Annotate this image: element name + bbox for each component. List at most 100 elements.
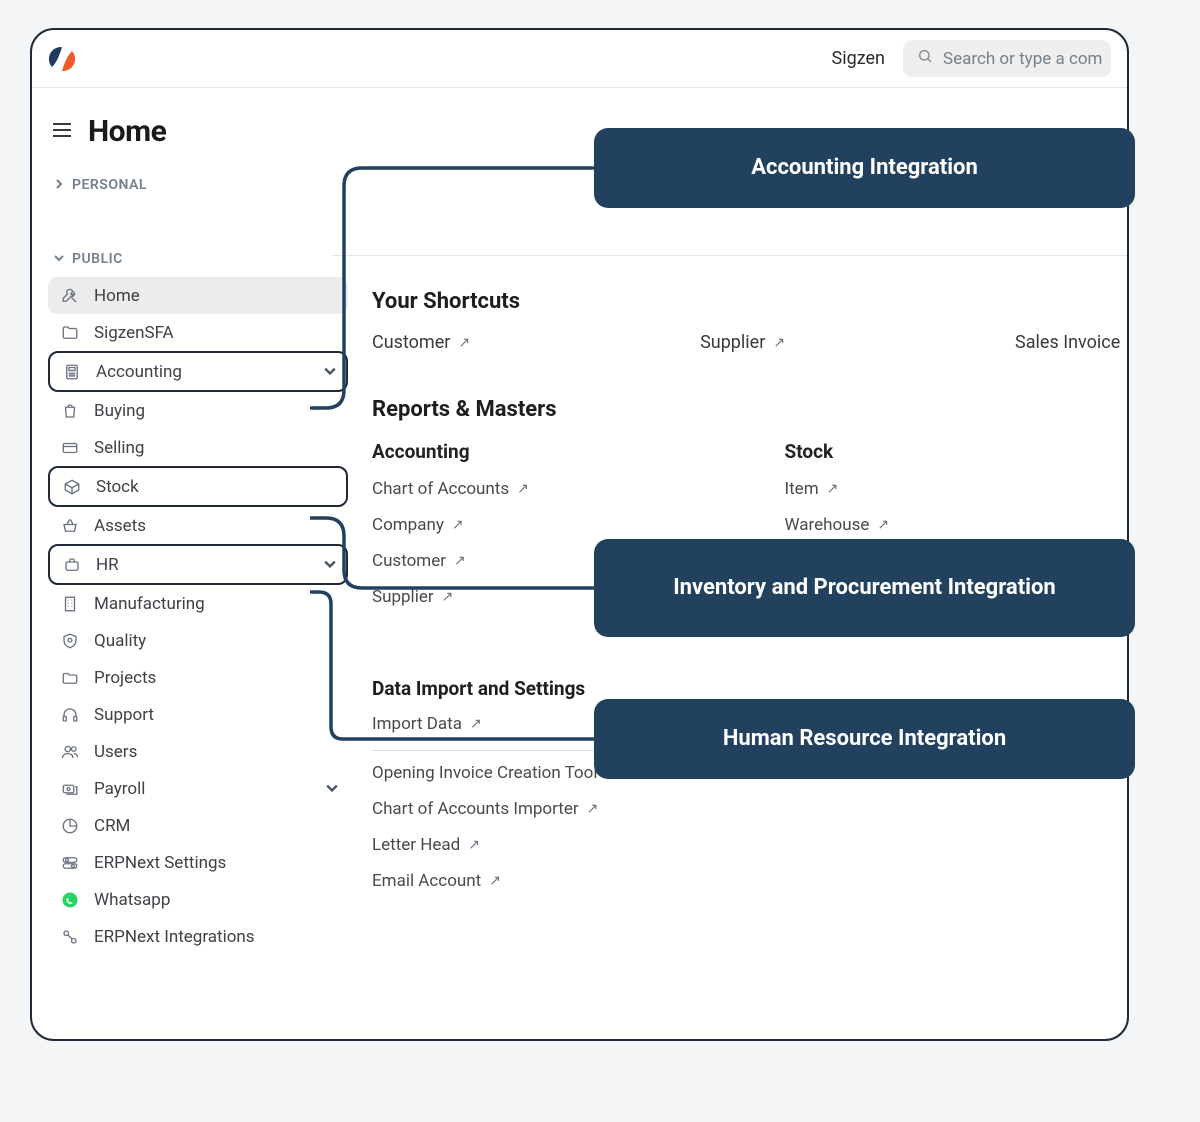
building-icon — [58, 595, 82, 613]
sidebar-group-public[interactable]: PUBLIC — [54, 251, 348, 267]
sidebar-item-assets[interactable]: Assets — [48, 507, 348, 544]
callout-accounting-integration: Accounting Integration — [594, 128, 1135, 208]
money-icon — [58, 780, 82, 798]
report-link-label: Warehouse — [785, 515, 870, 535]
sidebar-item-label: Support — [94, 705, 154, 725]
tenant-name[interactable]: Sigzen — [832, 48, 885, 69]
external-link-icon: ↗ — [470, 716, 482, 732]
toggles-icon — [58, 854, 82, 872]
sidebar-item-label: Payroll — [94, 779, 145, 799]
sidebar-item-label: Buying — [94, 401, 145, 421]
sidebar-group-label: PUBLIC — [72, 251, 123, 267]
global-search-input[interactable]: Search or type a com — [903, 40, 1111, 77]
reports-title: Reports & Masters — [372, 397, 1097, 422]
chevron-right-icon — [54, 177, 64, 193]
tools-icon — [58, 287, 82, 305]
sidebar-item-stock[interactable]: Stock — [48, 466, 348, 507]
report-link-item[interactable]: Item ↗ — [785, 479, 1130, 499]
sidebar-item-label: Assets — [94, 516, 146, 536]
shortcut-sales-invoice[interactable]: Sales Invoice ↗ — [1015, 332, 1129, 353]
folder-open-icon — [58, 669, 82, 687]
sidebar-item-erpnext-integrations[interactable]: ERPNext Integrations — [48, 918, 348, 955]
setting-link-label: Chart of Accounts Importer — [372, 799, 579, 819]
hamburger-icon[interactable] — [52, 122, 72, 142]
search-placeholder: Search or type a com — [943, 49, 1102, 69]
external-link-icon: ↗ — [827, 481, 839, 497]
sidebar-item-sigzensfa[interactable]: SigzenSFA — [48, 314, 348, 351]
column-title-accounting: Accounting — [372, 440, 735, 463]
sidebar-item-accounting[interactable]: Accounting — [48, 351, 348, 392]
shortcut-label: Sales Invoice — [1015, 332, 1120, 353]
sidebar-item-label: SigzenSFA — [94, 323, 174, 343]
setting-link-email-account[interactable]: Email Account↗ — [372, 871, 1097, 891]
external-link-icon: ↗ — [452, 517, 464, 533]
report-link-label: Customer — [372, 551, 446, 571]
content-divider — [332, 255, 1127, 256]
sidebar-item-home[interactable]: Home — [48, 277, 348, 314]
sidebar-item-label: ERPNext Settings — [94, 853, 226, 873]
shield-icon — [58, 632, 82, 650]
sidebar-item-payroll[interactable]: Payroll — [48, 770, 348, 807]
sidebar-item-hr[interactable]: HR — [48, 544, 348, 585]
report-link-label: Item — [785, 479, 819, 499]
pie-chart-icon — [58, 817, 82, 835]
setting-link-label: Letter Head — [372, 835, 460, 855]
card-icon — [58, 439, 82, 457]
report-link-company[interactable]: Company↗ — [372, 515, 735, 535]
search-icon — [917, 48, 933, 69]
chevron-down-icon — [54, 251, 64, 267]
sidebar-item-selling[interactable]: Selling — [48, 429, 348, 466]
external-link-icon: ↗ — [773, 335, 785, 351]
sidebar-item-label: Whatsapp — [94, 890, 170, 910]
shortcuts-title: Your Shortcuts — [372, 289, 1097, 314]
left-pane: Home PERSONAL PUBLIC — [32, 88, 358, 1040]
sidebar-item-crm[interactable]: CRM — [48, 807, 348, 844]
shortcut-supplier[interactable]: Supplier ↗ — [700, 332, 785, 353]
setting-link-chart-of-accounts-importer[interactable]: Chart of Accounts Importer↗ — [372, 799, 1097, 819]
users-icon — [58, 743, 82, 761]
headphones-icon — [58, 706, 82, 724]
sidebar-group-personal[interactable]: PERSONAL — [54, 177, 348, 193]
sidebar-item-erpnext-settings[interactable]: ERPNext Settings — [48, 844, 348, 881]
sidebar-item-label: Quality — [94, 631, 146, 651]
shopping-bag-icon — [58, 402, 82, 420]
divider — [372, 750, 632, 751]
report-link-warehouse[interactable]: Warehouse↗ — [785, 515, 1130, 535]
basket-icon — [58, 517, 82, 535]
external-link-icon: ↗ — [454, 553, 466, 569]
sidebar-item-buying[interactable]: Buying — [48, 392, 348, 429]
external-link-icon: ↗ — [489, 873, 501, 889]
external-link-icon: ↗ — [458, 335, 470, 351]
report-link-chart-of-accounts[interactable]: Chart of Accounts↗ — [372, 479, 735, 499]
external-link-icon: ↗ — [442, 589, 454, 605]
column-title-stock: Stock — [785, 440, 1130, 463]
sidebar-item-label: Accounting — [96, 362, 182, 382]
sidebar-item-label: Manufacturing — [94, 594, 205, 614]
sidebar-item-label: Stock — [96, 477, 139, 497]
briefcase-icon — [60, 556, 84, 574]
sidebar-item-label: Users — [94, 742, 137, 762]
sidebar-item-label: Home — [94, 286, 140, 306]
external-link-icon: ↗ — [468, 837, 480, 853]
shortcut-label: Supplier — [700, 332, 765, 353]
sidebar-item-quality[interactable]: Quality — [48, 622, 348, 659]
report-link-label: Supplier — [372, 587, 434, 607]
external-link-icon: ↗ — [517, 481, 529, 497]
package-icon — [60, 478, 84, 496]
setting-link-label: Opening Invoice Creation Tool — [372, 763, 597, 783]
calculator-icon — [60, 363, 84, 381]
shortcut-label: Customer — [372, 332, 450, 353]
sidebar-item-support[interactable]: Support — [48, 696, 348, 733]
sidebar-item-users[interactable]: Users — [48, 733, 348, 770]
settings-title: Data Import and Settings — [372, 677, 1097, 700]
sidebar-item-label: HR — [96, 555, 119, 575]
folder-icon — [58, 324, 82, 342]
setting-link-letter-head[interactable]: Letter Head ↗ — [372, 835, 1097, 855]
callout-human-resource-integration: Human Resource Integration — [594, 699, 1135, 779]
shortcut-customer[interactable]: Customer ↗ — [372, 332, 470, 353]
sidebar-item-projects[interactable]: Projects — [48, 659, 348, 696]
topbar: Sigzen Search or type a com — [32, 30, 1127, 88]
whatsapp-icon — [58, 891, 82, 909]
sidebar-item-manufacturing[interactable]: Manufacturing — [48, 585, 348, 622]
sidebar-item-whatsapp[interactable]: Whatsapp — [48, 881, 348, 918]
